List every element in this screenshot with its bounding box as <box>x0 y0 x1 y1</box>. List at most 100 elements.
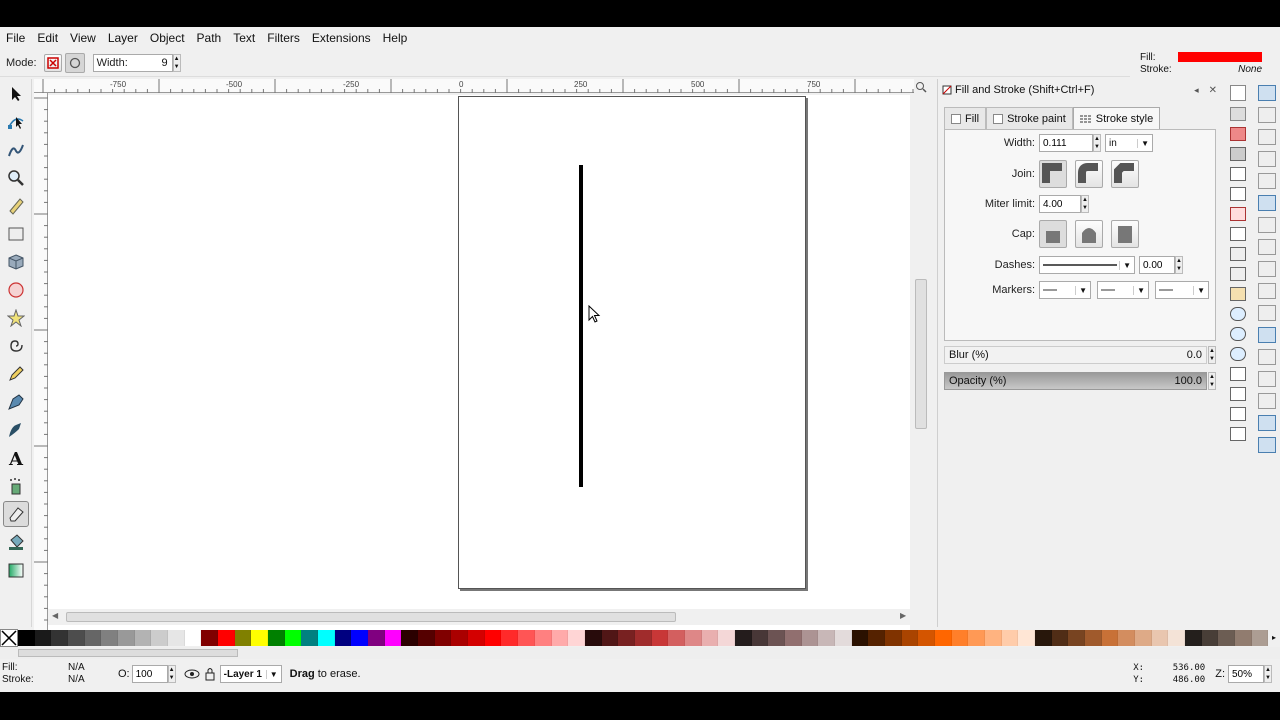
node-tool[interactable] <box>3 109 29 135</box>
erase-cut-mode-button[interactable] <box>64 52 85 73</box>
menu-object[interactable]: Object <box>150 31 185 45</box>
color-swatch[interactable] <box>1168 630 1186 646</box>
zoom-selection-icon[interactable] <box>1230 307 1246 321</box>
dash-offset-spin[interactable]: ▲ ▼ <box>1175 256 1183 274</box>
menu-extensions[interactable]: Extensions <box>312 31 371 45</box>
dialog-close-button[interactable]: ✕ <box>1209 85 1217 96</box>
clone-icon[interactable] <box>1230 387 1246 401</box>
color-swatch[interactable] <box>634 630 652 646</box>
status-stroke-value[interactable]: N/A <box>68 674 85 686</box>
vertical-scrollbar[interactable] <box>912 97 930 633</box>
opacity-slider[interactable]: Opacity (%) 100.0 <box>944 372 1207 390</box>
menu-text[interactable]: Text <box>233 31 255 45</box>
status-opacity-spin[interactable]: ▲ ▼ <box>167 665 176 683</box>
join-miter-button[interactable] <box>1039 160 1067 188</box>
color-swatch[interactable] <box>851 630 869 646</box>
color-swatch[interactable] <box>968 630 985 646</box>
color-swatch[interactable] <box>1185 630 1202 646</box>
snap-grid-icon[interactable] <box>1258 415 1276 431</box>
current-layer-select[interactable]: -Layer 1 ▼ <box>219 665 282 683</box>
color-swatch[interactable] <box>784 630 802 646</box>
eye-visibility-icon[interactable] <box>184 667 200 681</box>
snap-toggle-icon[interactable] <box>1258 85 1276 101</box>
ellipse-tool[interactable] <box>3 277 29 303</box>
menu-filters[interactable]: Filters <box>267 31 300 45</box>
palette-scroll-thumb[interactable] <box>18 649 238 657</box>
color-swatch[interactable] <box>301 630 319 646</box>
color-swatch[interactable] <box>134 630 152 646</box>
snap-path-icon[interactable] <box>1258 217 1276 233</box>
snap-center-icon[interactable] <box>1258 349 1276 365</box>
canvas[interactable] <box>48 95 910 633</box>
import-icon[interactable] <box>1230 167 1246 181</box>
vertical-ruler[interactable] <box>34 93 48 633</box>
drawn-line-path[interactable] <box>579 165 583 487</box>
selector-tool[interactable] <box>3 81 29 107</box>
pen-tool[interactable] <box>3 389 29 415</box>
group-icon[interactable] <box>1230 407 1246 421</box>
horizontal-scrollbar[interactable]: ◀ ▶ <box>48 609 928 625</box>
color-swatch[interactable] <box>284 630 302 646</box>
color-swatch[interactable] <box>251 630 269 646</box>
menu-edit[interactable]: Edit <box>37 31 58 45</box>
color-swatch[interactable] <box>901 630 919 646</box>
color-swatch[interactable] <box>701 630 719 646</box>
cap-square-button[interactable] <box>1111 220 1139 248</box>
color-swatch[interactable] <box>951 630 969 646</box>
color-swatch[interactable] <box>584 630 602 646</box>
snap-cusp-icon[interactable] <box>1258 261 1276 277</box>
color-swatch[interactable] <box>1018 630 1035 646</box>
snap-text-baseline-icon[interactable] <box>1258 393 1276 409</box>
color-swatch[interactable] <box>751 630 769 646</box>
horizontal-scroll-thumb[interactable] <box>66 612 676 622</box>
opacity-spin[interactable]: ▲ ▼ <box>1208 372 1216 390</box>
color-swatch[interactable] <box>418 630 435 646</box>
snap-bbox-corner-icon[interactable] <box>1258 151 1276 167</box>
open-document-icon[interactable] <box>1230 107 1246 121</box>
tab-fill[interactable]: Fill <box>944 107 987 129</box>
status-fill-value[interactable]: N/A <box>68 662 85 674</box>
color-swatch[interactable] <box>1034 630 1052 646</box>
measure-tool[interactable] <box>3 193 29 219</box>
color-swatch[interactable] <box>568 630 585 646</box>
color-swatch[interactable] <box>34 630 52 646</box>
spray-tool[interactable] <box>3 473 29 499</box>
color-swatch[interactable] <box>984 630 1002 646</box>
palette-menu-button[interactable]: ▸ <box>1268 629 1280 647</box>
color-swatch[interactable] <box>384 630 402 646</box>
color-swatch[interactable] <box>1001 630 1019 646</box>
menu-view[interactable]: View <box>70 31 96 45</box>
join-round-button[interactable] <box>1075 160 1103 188</box>
eraser-tool[interactable] <box>3 501 29 527</box>
color-swatch[interactable] <box>934 630 952 646</box>
tab-stroke-paint[interactable]: Stroke paint <box>986 107 1073 129</box>
color-swatch[interactable] <box>484 630 502 646</box>
width-spin-button[interactable]: ▲ ▼ <box>172 53 181 72</box>
mid-marker-select[interactable]: ▼ <box>1097 281 1149 299</box>
rectangle-tool[interactable] <box>3 221 29 247</box>
start-marker-select[interactable]: ▼ <box>1039 281 1091 299</box>
color-swatch[interactable] <box>1135 630 1152 646</box>
print-icon[interactable] <box>1230 147 1246 161</box>
color-swatch[interactable] <box>234 630 252 646</box>
color-swatch[interactable] <box>401 630 419 646</box>
palette-scrollbar[interactable] <box>0 647 1280 659</box>
color-swatch[interactable] <box>734 630 752 646</box>
color-swatch[interactable] <box>318 630 335 646</box>
color-swatch[interactable] <box>451 630 469 646</box>
gradient-tool[interactable] <box>3 557 29 583</box>
no-paint-swatch[interactable] <box>0 629 18 647</box>
zoom-spin[interactable]: ▲ ▼ <box>1264 665 1272 683</box>
color-swatch[interactable] <box>368 630 385 646</box>
color-swatch[interactable] <box>518 630 535 646</box>
dash-pattern-select[interactable]: ▼ <box>1039 256 1135 274</box>
snap-smooth-icon[interactable] <box>1258 283 1276 299</box>
fill-color-swatch[interactable] <box>1178 52 1262 62</box>
color-swatch[interactable] <box>1085 630 1102 646</box>
calligraphy-tool[interactable] <box>3 417 29 443</box>
color-swatch[interactable] <box>201 630 219 646</box>
snap-midpoint-path-icon[interactable] <box>1258 305 1276 321</box>
horizontal-ruler[interactable]: -750 -500 -250 0 250 500 750 <box>34 79 914 93</box>
copy-icon[interactable] <box>1230 247 1246 261</box>
color-swatch[interactable] <box>501 630 519 646</box>
